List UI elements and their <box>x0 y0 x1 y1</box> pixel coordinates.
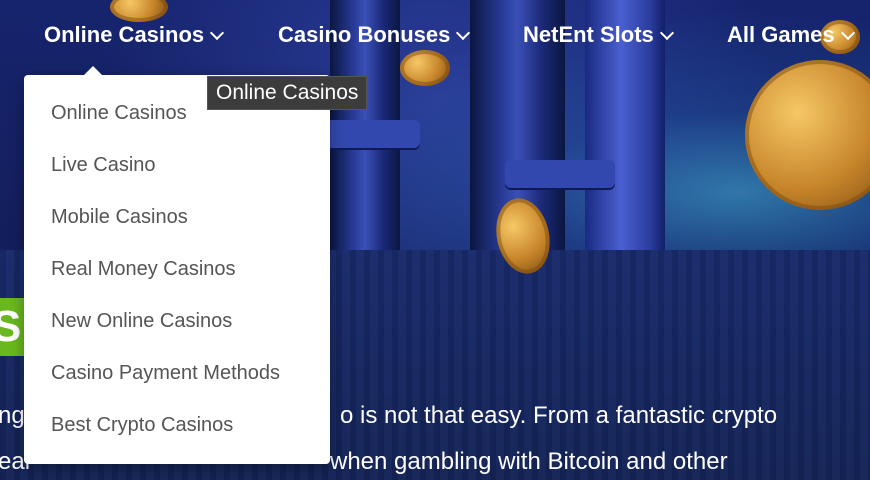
top-nav: Online Casinos Casino Bonuses NetEnt Slo… <box>0 0 870 70</box>
menu-item-best-crypto-casinos[interactable]: Best Crypto Casinos <box>51 414 233 437</box>
online-casinos-dropdown-menu: Online Casinos Live Casino Mobile Casino… <box>24 66 330 464</box>
menu-item-online-casinos[interactable]: Online Casinos <box>51 102 187 125</box>
nav-item-label: All Games <box>727 22 835 47</box>
nav-item-label: Online Casinos <box>44 22 205 47</box>
menu-item-casino-payment-methods[interactable]: Casino Payment Methods <box>51 362 280 385</box>
intro-text-line1: o is not that easy. From a fantastic cry… <box>340 402 778 429</box>
nav-item-label: Casino Bonuses <box>278 22 451 47</box>
tooltip: Online Casinos <box>207 76 368 110</box>
nav-item-all-games[interactable]: All Games <box>727 18 855 52</box>
chevron-down-icon <box>659 25 674 40</box>
heading-badge-text: S <box>0 302 22 351</box>
chevron-down-icon <box>840 25 855 40</box>
nav-item-online-casinos[interactable]: Online Casinos <box>44 18 225 52</box>
pillar-capital-decoration <box>505 160 615 188</box>
menu-item-mobile-casinos[interactable]: Mobile Casinos <box>51 206 188 229</box>
nav-item-casino-bonuses[interactable]: Casino Bonuses <box>278 18 471 52</box>
nav-item-netent-slots[interactable]: NetEnt Slots <box>523 18 674 52</box>
menu-item-live-casino[interactable]: Live Casino <box>51 154 156 177</box>
chevron-down-icon <box>456 25 471 40</box>
chevron-down-icon <box>210 25 225 40</box>
intro-text-line1-left: ng <box>0 402 25 429</box>
menu-item-real-money-casinos[interactable]: Real Money Casinos <box>51 258 236 281</box>
intro-text-line2: when gambling with Bitcoin and other <box>330 448 728 475</box>
nav-item-label: NetEnt Slots <box>523 22 654 47</box>
menu-item-new-online-casinos[interactable]: New Online Casinos <box>51 310 232 333</box>
